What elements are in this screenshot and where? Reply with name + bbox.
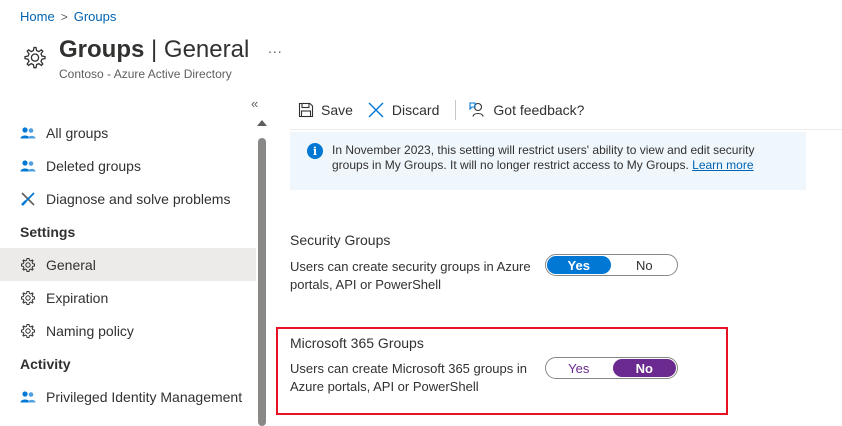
m365-groups-toggle[interactable]: Yes No [545,357,678,379]
close-icon [368,102,384,118]
people-icon [20,158,36,174]
wrench-icon [20,191,36,207]
sidebar-item-all-groups[interactable]: All groups [0,116,256,149]
sidebar-item-label: Privileged Identity Management [46,388,243,405]
save-icon [298,102,314,118]
feedback-button[interactable]: Got feedback? [468,101,584,119]
page-title: Groups | General [59,36,250,63]
sidebar-item-general[interactable]: General [0,248,256,281]
info-icon: i [307,143,323,159]
people-icon [20,389,36,405]
gear-icon [20,257,36,273]
people-icon [20,125,36,141]
m365-groups-no-option[interactable]: No [612,359,676,377]
more-options-button[interactable]: ... [268,40,283,56]
sidebar-item-naming-policy[interactable]: Naming policy [0,314,256,347]
sidebar-item-label: Naming policy [46,322,134,339]
toolbar-divider-line [290,129,842,130]
security-groups-title: Security Groups [290,232,391,248]
sidebar-item-deleted-groups[interactable]: Deleted groups [0,149,256,182]
breadcrumb-groups[interactable]: Groups [74,9,117,24]
chevron-right-icon: > [60,9,68,24]
scrollbar-thumb[interactable] [258,138,266,426]
sidebar-item-diagnose[interactable]: Diagnose and solve problems [0,182,256,215]
security-groups-toggle[interactable]: Yes No [545,254,678,276]
breadcrumb-home[interactable]: Home [20,9,55,24]
gear-icon [20,290,36,306]
page-subtitle: Contoso - Azure Active Directory [59,67,232,81]
info-banner: i In November 2023, this setting will re… [290,132,806,190]
m365-groups-description: Users can create Microsoft 365 groups in… [290,361,527,394]
sidebar-item-label: Diagnose and solve problems [46,190,231,207]
sidebar-item-label: General [46,256,96,273]
security-groups-no-option[interactable]: No [613,256,677,274]
security-groups-yes-option[interactable]: Yes [547,256,611,274]
gear-icon [20,323,36,339]
sidebar-scrollbar[interactable] [256,116,268,426]
sidebar-item-label: Expiration [46,289,109,306]
scroll-up-arrow-icon[interactable] [257,120,267,126]
breadcrumb: Home > Groups [20,9,116,24]
toolbar-divider [455,100,457,120]
command-bar: Save Discard Got feedback? [298,98,584,122]
security-groups-description: Users can create security groups in Azur… [290,259,531,292]
info-text: In November 2023, this setting will rest… [332,143,755,172]
feedback-icon [469,102,484,117]
sidebar-item-pim[interactable]: Privileged Identity Management [0,380,256,413]
gear-icon [24,46,46,69]
sidebar: All groups Deleted groups Diagnose and s… [0,116,256,413]
learn-more-link[interactable]: Learn more [692,158,753,172]
activity-section-header: Activity [20,355,71,372]
settings-section-header: Settings [20,223,76,240]
m365-groups-title: Microsoft 365 Groups [290,335,424,351]
collapse-sidebar-button[interactable]: « [251,96,258,111]
sidebar-item-expiration[interactable]: Expiration [0,281,256,314]
m365-groups-yes-option[interactable]: Yes [547,359,611,377]
sidebar-item-label: All groups [46,124,109,141]
discard-button[interactable]: Discard [367,101,439,119]
save-button[interactable]: Save [298,102,353,118]
sidebar-item-label: Deleted groups [46,157,141,174]
